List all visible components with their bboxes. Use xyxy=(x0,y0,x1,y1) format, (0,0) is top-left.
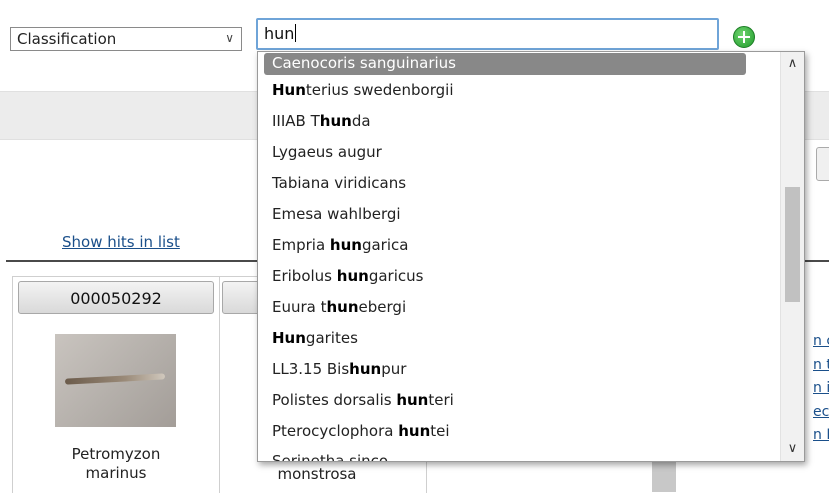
dropdown-scrollbar[interactable]: ∧ ∨ xyxy=(780,52,804,461)
right-link[interactable]: n in xyxy=(813,377,829,401)
show-hits-link[interactable]: Show hits in list xyxy=(62,233,180,251)
search-input[interactable]: hun xyxy=(256,18,719,50)
suggestion-item[interactable]: Lygaeus augur xyxy=(258,137,780,168)
suggestion-list: Caenocoris sanguinarius Hunterius sweden… xyxy=(258,52,780,461)
suggestion-item[interactable]: Tabiana viridicans xyxy=(258,168,780,199)
suggestion-item[interactable]: Euura thunebergi xyxy=(258,292,780,323)
specimen-id-button[interactable] xyxy=(222,281,262,314)
scroll-down-icon[interactable]: ∨ xyxy=(781,441,804,456)
suggestion-item[interactable]: Empria hungarica xyxy=(258,230,780,261)
right-links: n c n ty n in ect n D xyxy=(813,330,829,448)
right-link[interactable]: ect xyxy=(813,401,829,425)
right-side-button[interactable] xyxy=(816,147,829,181)
suggestion-item[interactable]: IIIAB Thunda xyxy=(258,106,780,137)
classification-select-value: Classification xyxy=(17,30,117,48)
specimen-name: monstrosa xyxy=(277,465,357,483)
suggestion-item[interactable]: Serinetha sinco xyxy=(258,447,780,461)
suggestion-item[interactable]: Caenocoris sanguinarius xyxy=(264,53,746,75)
specimen-name: Petromyzon marinus xyxy=(40,445,192,483)
scroll-up-icon[interactable]: ∧ xyxy=(781,56,804,71)
classification-select[interactable]: Classification ∨ xyxy=(10,27,242,51)
right-link[interactable]: n c xyxy=(813,330,829,354)
chevron-down-icon: ∨ xyxy=(225,31,234,45)
fish-specimen-icon xyxy=(64,373,166,385)
suggestion-item[interactable]: Eribolus hungaricus xyxy=(258,261,780,292)
suggestion-item[interactable]: Pterocyclophora huntei xyxy=(258,416,780,447)
right-link[interactable]: n ty xyxy=(813,354,829,378)
plus-circle-icon[interactable] xyxy=(733,26,755,48)
scrollbar-thumb[interactable] xyxy=(785,187,800,302)
right-link[interactable]: n D xyxy=(813,424,829,448)
suggestion-item[interactable]: Hunterius swedenborgii xyxy=(258,75,780,106)
suggestion-item[interactable]: Emesa wahlbergi xyxy=(258,199,780,230)
specimen-name-line: Petromyzon xyxy=(71,445,161,463)
specimen-name-line: marinus xyxy=(85,464,147,482)
suggestion-item[interactable]: Polistes dorsalis hunteri xyxy=(258,385,780,416)
text-caret xyxy=(295,24,297,42)
search-input-value: hun xyxy=(264,24,295,43)
specimen-image[interactable] xyxy=(55,334,176,427)
autocomplete-dropdown: Caenocoris sanguinarius Hunterius sweden… xyxy=(257,51,805,462)
suggestion-item[interactable]: Hungarites xyxy=(258,323,780,354)
specimen-id-button[interactable]: 000050292 xyxy=(18,281,214,314)
suggestion-item[interactable]: LL3.15 Bishunpur xyxy=(258,354,780,385)
